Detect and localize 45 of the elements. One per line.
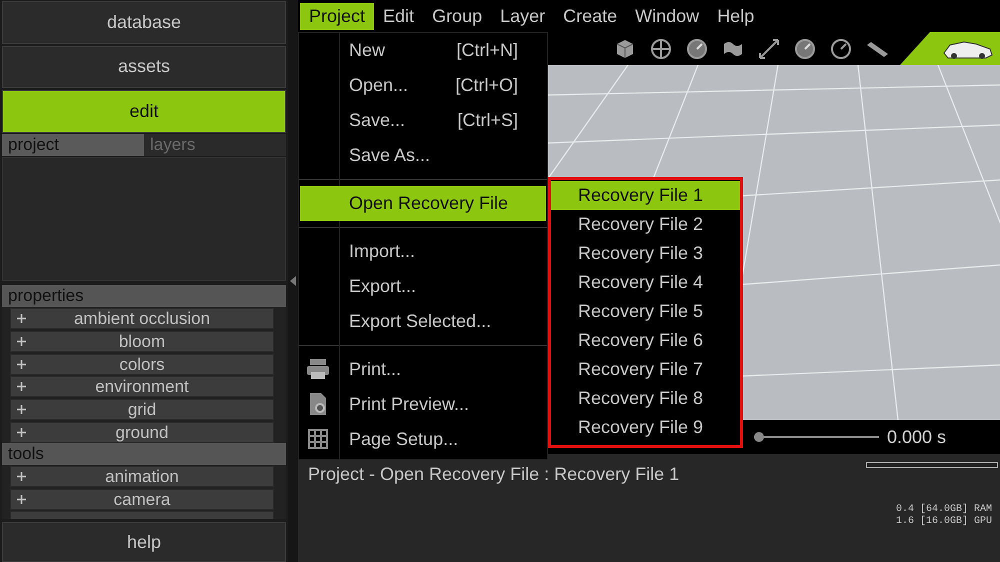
expandable-row[interactable]: bloom	[10, 331, 274, 352]
menu-item[interactable]: Open Recovery File	[300, 186, 546, 221]
sidebar-button[interactable]: edit	[2, 90, 286, 133]
menu-item[interactable]: Print Preview...	[300, 387, 546, 422]
menu-item[interactable]: Print...	[300, 352, 546, 387]
section-header: tools	[2, 442, 286, 465]
submenu-item[interactable]: Recovery File 1	[551, 181, 740, 210]
menu-title[interactable]: Edit	[374, 2, 424, 30]
menu-title[interactable]: Layer	[491, 2, 554, 30]
sidebar-button[interactable]: assets	[2, 46, 286, 88]
expandable-row[interactable]: colors	[10, 354, 274, 375]
submenu-item[interactable]: Recovery File 6	[551, 326, 740, 355]
expandable-row[interactable]: grid	[10, 399, 274, 420]
menu-item[interactable]: Save As...	[300, 138, 546, 173]
menu-title[interactable]: Group	[423, 2, 492, 30]
help-button[interactable]: help	[2, 522, 286, 562]
expandable-row[interactable]: animation	[10, 466, 274, 487]
menu-item[interactable]: Page Setup...	[300, 422, 546, 457]
menu-item[interactable]: New [Ctrl+N]	[300, 33, 546, 68]
expandable-row[interactable]: ground	[10, 422, 274, 443]
menu-title[interactable]: Window	[626, 2, 708, 30]
expandable-row[interactable]: ambient occlusion	[10, 308, 274, 330]
submenu-item[interactable]: Recovery File 2	[551, 210, 740, 239]
submenu-item[interactable]: Recovery File 7	[551, 355, 740, 384]
menu-item[interactable]: Import...	[300, 234, 546, 269]
submenu-item[interactable]: Recovery File 4	[551, 268, 740, 297]
submenu-item[interactable]: Recovery File 9	[551, 413, 740, 442]
memory-reading: 1.6 [16.0GB] GPU	[896, 516, 992, 528]
menu-title[interactable]: Project	[300, 2, 374, 30]
time-reading: 0.000 s	[886, 426, 946, 448]
submenu-item[interactable]: Recovery File 5	[551, 297, 740, 326]
menu-item[interactable]: Export Selected...	[300, 304, 546, 339]
expandable-row[interactable]: camera	[10, 488, 274, 510]
expandable-row[interactable]: environment	[10, 376, 274, 398]
memory-reading: 0.4 [64.0GB] RAM	[896, 504, 992, 516]
menu-item[interactable]: Save... [Ctrl+S]	[300, 103, 546, 138]
menu-item[interactable]: Export...	[300, 269, 546, 304]
menu-title[interactable]: Help	[708, 2, 764, 30]
submenu-item[interactable]: Recovery File 3	[551, 239, 740, 268]
menu-item[interactable]: Open... [Ctrl+O]	[300, 68, 546, 103]
submenu-item[interactable]: Recovery File 8	[551, 384, 740, 413]
menu-title[interactable]: Create	[554, 2, 626, 30]
section-header: properties	[2, 285, 286, 308]
sidebar-button[interactable]: database	[2, 1, 286, 44]
status-message: Project - Open Recovery File : Recovery File 1	[308, 464, 680, 485]
